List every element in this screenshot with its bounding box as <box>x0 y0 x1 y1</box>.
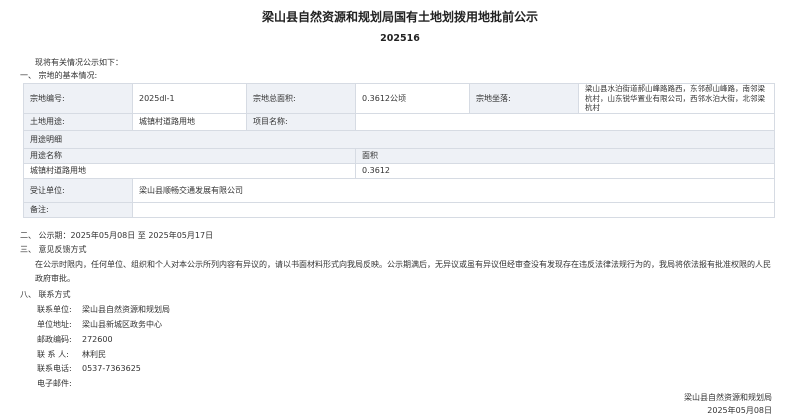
notice-number: 202516 <box>380 33 420 44</box>
section1-heading: 一、 宗地的基本情况: <box>20 71 98 80</box>
table-row: 用途名称 面积 <box>23 148 775 164</box>
contact-address-label: 单位地址: <box>37 320 72 329</box>
table-row: 城镇村道路用地 0.3612 <box>23 163 775 179</box>
section8-heading: 八、 联系方式 <box>20 290 71 299</box>
parcel-no-value: 2025dl-1 <box>132 83 247 114</box>
section3-heading: 三、 意见反馈方式 <box>20 245 87 254</box>
total-area-label: 宗地总面积: <box>246 83 356 114</box>
location-value: 梁山县水泊街道郝山峰路路西，东邻郝山峰路，南邻梁杭村，山东锐华置业有限公司，西邻… <box>578 83 775 114</box>
table-row: 受让单位: 梁山县顺畅交通发展有限公司 <box>23 178 775 203</box>
section2-publicity-period: 二、 公示期：2025年05月08日 至 2025年05月17日 <box>20 231 214 240</box>
transferee-value: 梁山县顺畅交通发展有限公司 <box>132 178 775 203</box>
contact-postcode-label: 邮政编码: <box>37 335 72 344</box>
section3-body: 在公示时限内，任何单位、组织和个人对本公示所列内容有异议的，请以书面材料形式向我… <box>35 260 771 283</box>
contact-phone-label: 联系电话: <box>37 364 72 373</box>
parcel-info-table: 宗地编号: 2025dl-1 宗地总面积: 0.3612公顷 宗地坐落: 梁山县… <box>23 83 775 218</box>
land-use-label: 土地用途: <box>23 113 133 131</box>
contact-unit-value: 梁山县自然资源和规划局 <box>82 305 170 314</box>
project-name-label: 项目名称: <box>246 113 356 131</box>
intro-text: 现将有关情况公示如下： <box>35 58 123 67</box>
contact-unit-label: 联系单位: <box>37 305 72 314</box>
remarks-label: 备注: <box>23 202 133 218</box>
contact-address-value: 梁山县新城区政务中心 <box>82 320 162 329</box>
table-row: 用途明细 <box>23 130 775 149</box>
signature-date: 2025年05月08日 <box>707 406 772 415</box>
use-area-header: 面积 <box>355 148 775 164</box>
total-area-value: 0.3612公顷 <box>355 83 470 114</box>
project-name-value <box>355 113 775 131</box>
use-row-area: 0.3612 <box>355 163 775 179</box>
location-label: 宗地坐落: <box>469 83 579 114</box>
use-detail-label: 用途明细 <box>23 130 775 149</box>
signature-org: 梁山县自然资源和规划局 <box>684 393 772 402</box>
contact-email-label: 电子邮件: <box>37 379 72 388</box>
contact-phone-value: 0537-7363625 <box>82 364 141 373</box>
land-use-value: 城镇村道路用地 <box>132 113 247 131</box>
contact-person-value: 林利民 <box>82 350 106 359</box>
use-name-header: 用途名称 <box>23 148 356 164</box>
remarks-value <box>132 202 775 218</box>
table-row: 宗地编号: 2025dl-1 宗地总面积: 0.3612公顷 宗地坐落: 梁山县… <box>23 83 775 114</box>
contact-person-label: 联 系 人: <box>37 350 69 359</box>
use-row-name: 城镇村道路用地 <box>23 163 356 179</box>
page-title: 梁山县自然资源和规划局国有土地划拨用地批前公示 <box>261 10 538 24</box>
transferee-label: 受让单位: <box>23 178 133 203</box>
table-row: 土地用途: 城镇村道路用地 项目名称: <box>23 113 775 131</box>
parcel-no-label: 宗地编号: <box>23 83 133 114</box>
table-row: 备注: <box>23 202 775 218</box>
contact-postcode-value: 272600 <box>82 335 113 344</box>
